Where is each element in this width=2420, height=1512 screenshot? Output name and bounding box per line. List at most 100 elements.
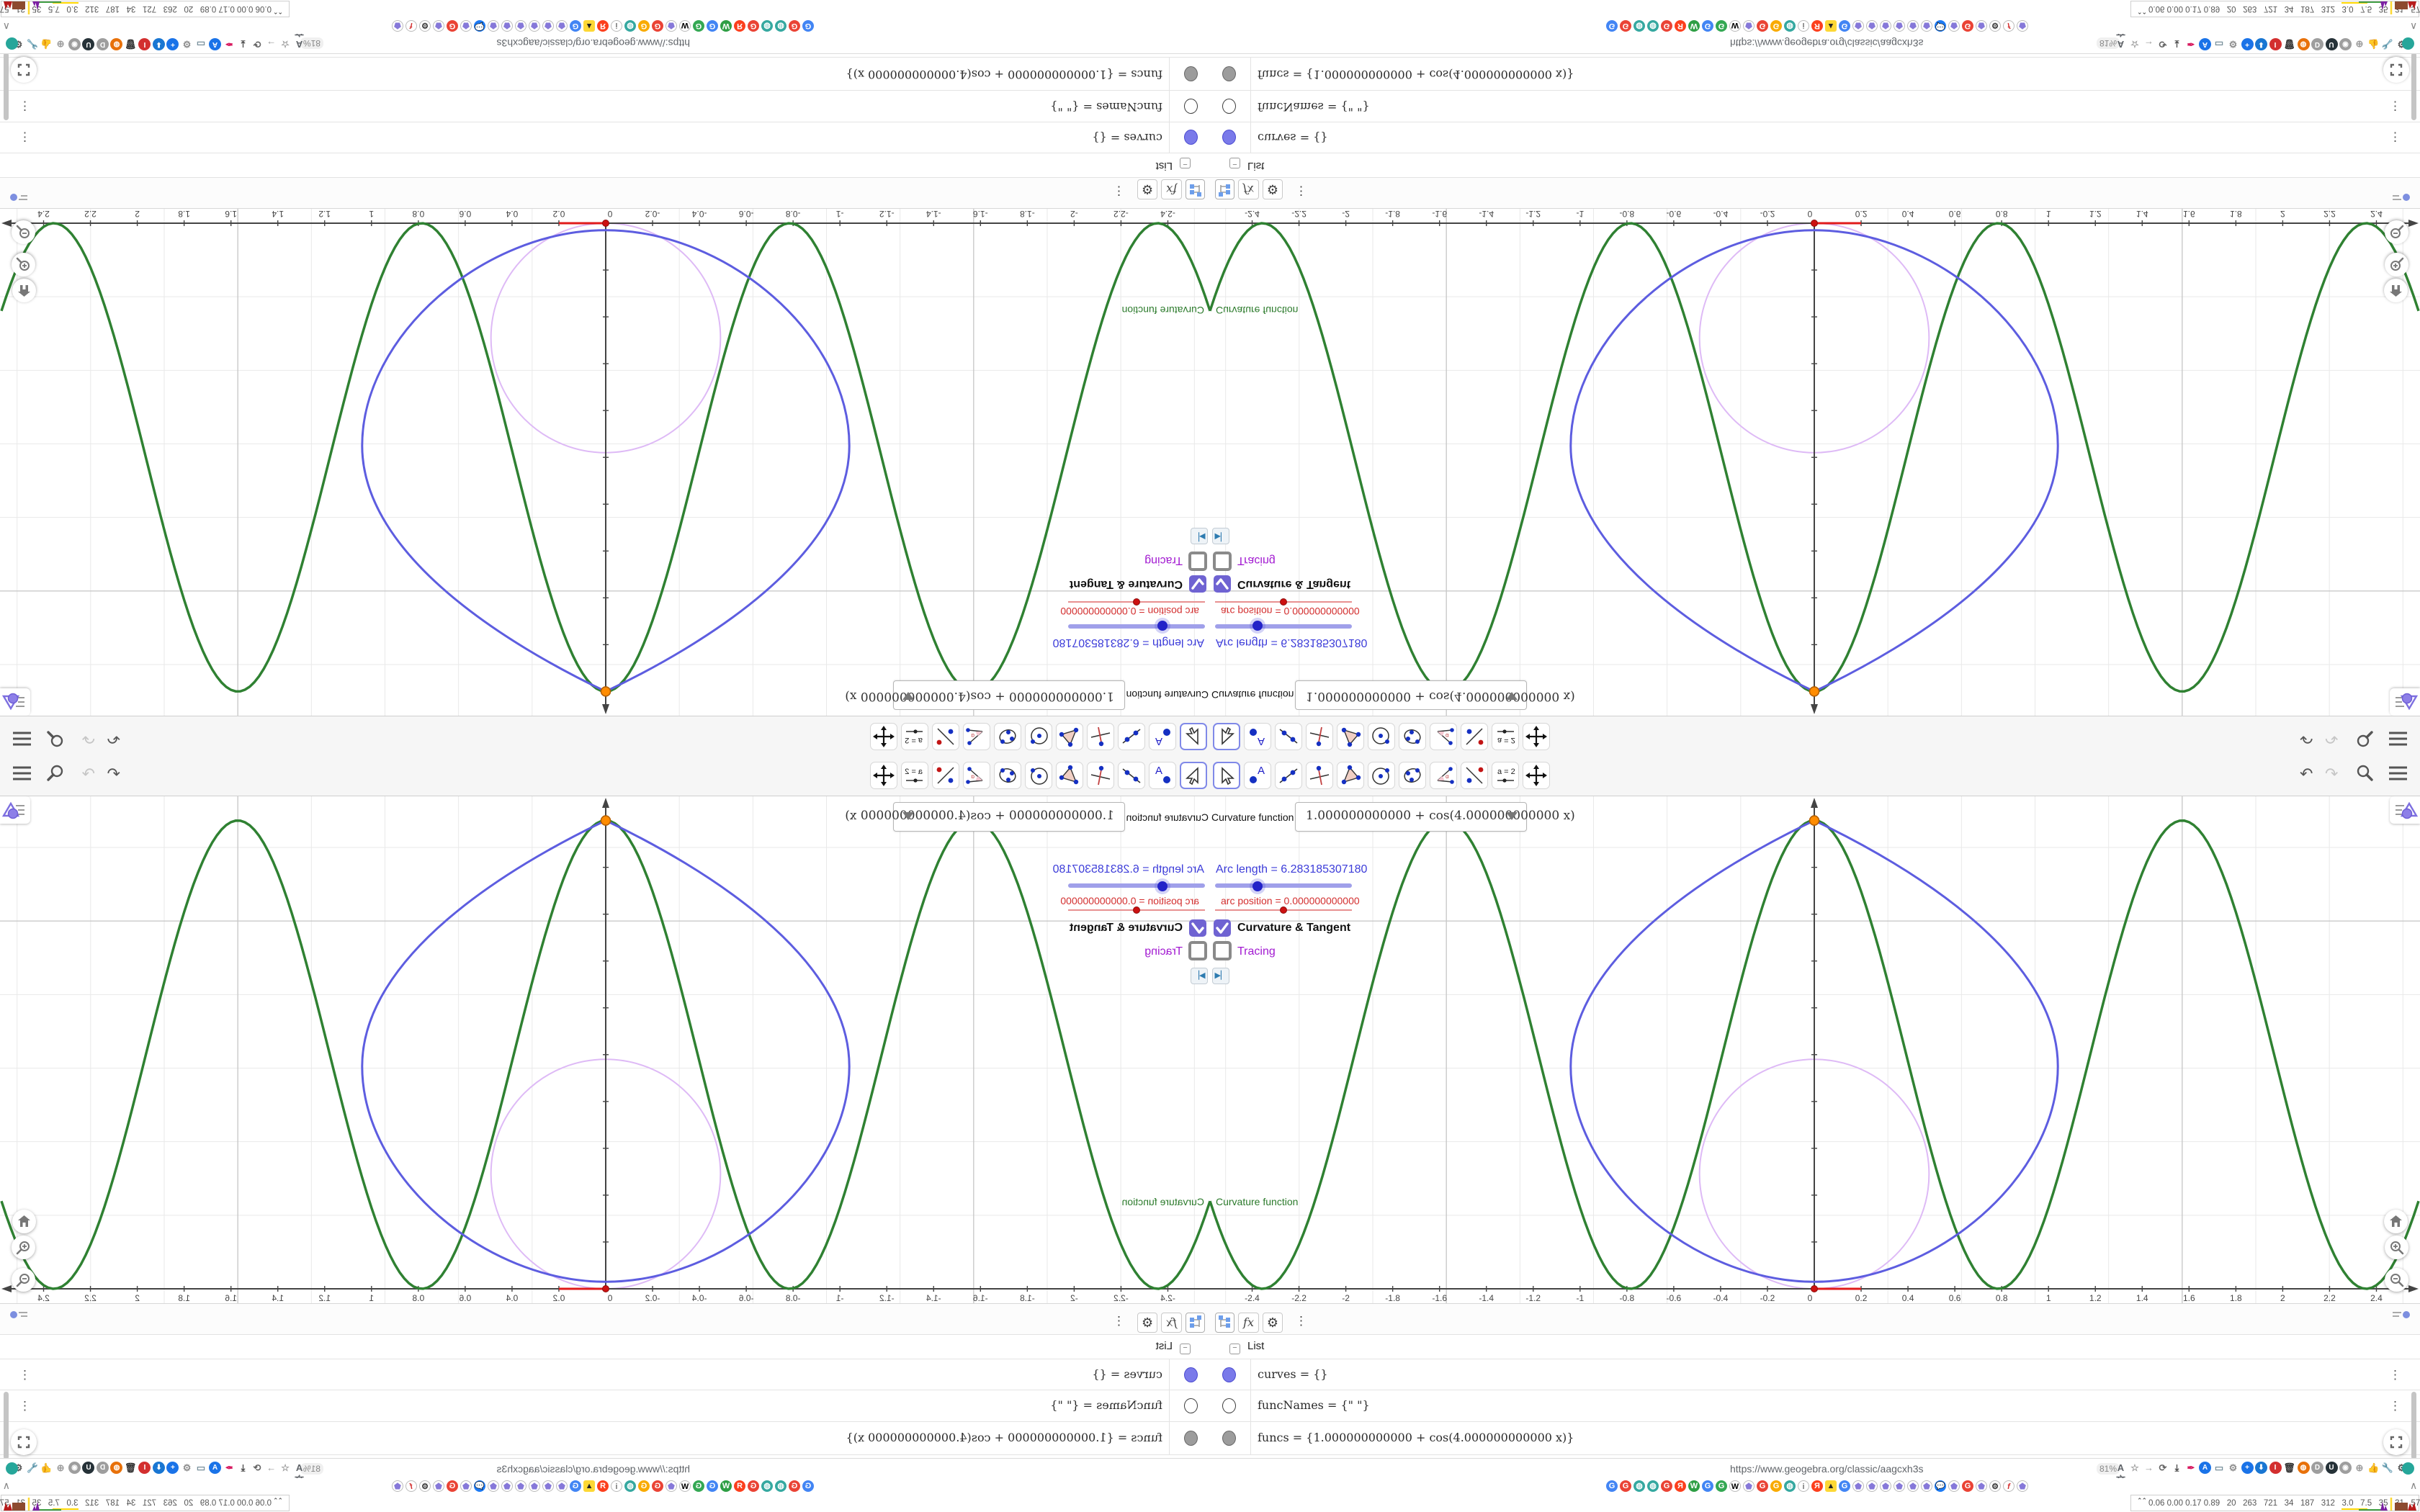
tool-ellipse[interactable] bbox=[1399, 723, 1426, 750]
home-button[interactable] bbox=[12, 1210, 36, 1233]
favicon-gred[interactable]: G bbox=[748, 20, 759, 32]
favicon-ya[interactable]: Я bbox=[734, 1480, 745, 1492]
stylebar-toggle-card[interactable] bbox=[2390, 688, 2420, 716]
pen-ext-icon[interactable]: ✒ bbox=[223, 1462, 236, 1474]
algebra-tree-button[interactable] bbox=[1186, 1313, 1205, 1333]
tracing-checkbox[interactable] bbox=[1188, 552, 1207, 571]
favicon-gblue[interactable]: G bbox=[1702, 20, 1713, 32]
tool-ellipse[interactable] bbox=[1399, 762, 1426, 789]
favicon-ggb[interactable]: ⬟ bbox=[433, 20, 444, 32]
wrench-ext-icon[interactable]: 🔧 bbox=[2382, 38, 2394, 50]
gear-icon[interactable]: ⚙ bbox=[1137, 179, 1157, 199]
favicon-gblue[interactable]: G bbox=[570, 1480, 581, 1492]
favicon-wiki[interactable]: W bbox=[1729, 1480, 1741, 1492]
translate-ext-icon[interactable]: A bbox=[2199, 38, 2211, 50]
favicon-gblue[interactable]: G bbox=[1702, 1480, 1713, 1492]
fx-button[interactable]: fx bbox=[1161, 1313, 1182, 1333]
forward-icon[interactable]: → bbox=[265, 1462, 277, 1474]
favicon-gblue[interactable]: G bbox=[1839, 1480, 1850, 1492]
tool-point[interactable]: A bbox=[1244, 762, 1271, 789]
favicon-globe[interactable]: ◍ bbox=[1634, 20, 1645, 32]
translate-icon[interactable]: A文 bbox=[2115, 1462, 2127, 1485]
scrollbar[interactable] bbox=[4, 53, 9, 120]
favicon-info[interactable]: i bbox=[611, 20, 622, 32]
curvature-tangent-checkbox[interactable] bbox=[1189, 919, 1206, 937]
tool-move-graphics-view[interactable] bbox=[1523, 723, 1550, 750]
fx-button[interactable]: fx bbox=[1238, 179, 1259, 199]
phone-ext-icon[interactable]: ▭ bbox=[2213, 38, 2226, 50]
favicon-globe[interactable]: ◍ bbox=[1647, 20, 1659, 32]
favicon-gblue[interactable]: G bbox=[1839, 20, 1850, 32]
zoom-in-button[interactable] bbox=[12, 1236, 35, 1259]
plus-ext-icon[interactable]: + bbox=[2241, 1462, 2254, 1474]
favicon-gred[interactable]: G bbox=[652, 1480, 663, 1492]
shield-down-ext-icon[interactable]: ⬇ bbox=[2255, 38, 2267, 50]
favicon-ggb[interactable]: ⬟ bbox=[515, 20, 526, 32]
favicon-ggb[interactable]: ⬟ bbox=[2017, 20, 2028, 32]
row-more-icon[interactable]: ⋮ bbox=[19, 99, 31, 113]
tool-perpendicular-line[interactable] bbox=[1306, 723, 1333, 750]
favicon-chat[interactable]: 💬 bbox=[1935, 20, 1946, 32]
visibility-marble[interactable] bbox=[1222, 1431, 1236, 1446]
tracing-checkbox[interactable] bbox=[1188, 941, 1207, 960]
favicon-gblue[interactable]: G bbox=[1606, 1480, 1618, 1492]
favicon-ya[interactable]: Я bbox=[1811, 20, 1823, 32]
favicon-globe[interactable]: ◍ bbox=[775, 20, 786, 32]
tool-slider[interactable]: a = 2 bbox=[1492, 723, 1519, 750]
algebra-row-funcnames[interactable]: funcNames = {" "} ⋮ bbox=[1210, 1390, 2420, 1422]
favicon-ggb[interactable]: ⬟ bbox=[542, 20, 554, 32]
favicon-ggb[interactable]: ⬟ bbox=[1866, 20, 1878, 32]
skip-forward-button[interactable]: ▶▏ bbox=[1191, 528, 1208, 544]
monitor-expand-icon[interactable]: ⌃⌃ bbox=[274, 7, 283, 15]
profile-avatar[interactable] bbox=[2402, 37, 2414, 50]
tool-move[interactable] bbox=[1180, 762, 1207, 789]
wrench-ext-icon[interactable]: 🔧 bbox=[27, 38, 39, 50]
shield-ext-icon[interactable]: ◉ bbox=[2339, 38, 2352, 50]
icp-ext-icon[interactable]: I bbox=[138, 38, 151, 50]
function-dropdown[interactable]: 1.000000000000 + cos(4.000000000000 x) bbox=[845, 802, 1125, 832]
favicon-gred[interactable]: G bbox=[1620, 20, 1631, 32]
trash-ext-icon[interactable]: 🗑 bbox=[2283, 1462, 2295, 1474]
favicon-gred[interactable]: G bbox=[1757, 1480, 1768, 1492]
wrench-ext-icon[interactable]: 🔧 bbox=[27, 1462, 39, 1474]
favicon-ggb[interactable]: ⬟ bbox=[1880, 1480, 1891, 1492]
tool-angle[interactable]: α bbox=[963, 762, 990, 789]
uo-shield-ext-icon[interactable]: U bbox=[82, 1462, 95, 1474]
favicon-wiki[interactable]: W bbox=[679, 20, 691, 32]
tool-point[interactable]: A bbox=[1244, 723, 1271, 750]
visibility-marble[interactable] bbox=[1184, 1367, 1198, 1382]
favicon-ya[interactable]: Я bbox=[734, 20, 745, 32]
bookmarks-chevron-icon[interactable]: ∧ bbox=[3, 1480, 10, 1492]
favicon-gred[interactable]: G bbox=[447, 1480, 458, 1492]
favicon-chat[interactable]: 💬 bbox=[1935, 1480, 1946, 1492]
tool-reflect-about-line[interactable] bbox=[932, 723, 959, 750]
algebra-tree-button[interactable] bbox=[1215, 179, 1234, 199]
phone-ext-icon[interactable]: ▭ bbox=[195, 38, 207, 50]
bookmarks-chevron-icon[interactable]: ∧ bbox=[3, 20, 10, 32]
favicon-ggb[interactable]: ⬟ bbox=[1921, 1480, 1932, 1492]
stylebar-toggle-card[interactable] bbox=[0, 688, 30, 716]
home-button[interactable] bbox=[2384, 1210, 2408, 1233]
scrollbar[interactable] bbox=[4, 1392, 9, 1459]
globe-ext-icon[interactable]: ◍ bbox=[2297, 38, 2310, 50]
stylebar-more-icon[interactable]: ⋮ bbox=[1113, 184, 1125, 198]
globe-gray-ext-icon[interactable]: ⊕ bbox=[2354, 38, 2366, 50]
curvature-tangent-checkbox[interactable] bbox=[1214, 575, 1231, 593]
algebra-row-funcs[interactable]: funcs = {1.000000000000 + cos(4.00000000… bbox=[1210, 57, 2420, 90]
favicon-ggb[interactable]: ⬟ bbox=[1743, 1480, 1754, 1492]
tracing-checkbox[interactable] bbox=[1213, 552, 1232, 571]
tool-move[interactable] bbox=[1180, 723, 1207, 750]
monitor-expand-icon[interactable]: ⌃⌃ bbox=[2137, 7, 2146, 15]
browser-more-icon[interactable]: ⋮ bbox=[2416, 38, 2420, 50]
shield-down-ext-icon[interactable]: ⬇ bbox=[153, 1462, 165, 1474]
algebra-row-curves[interactable]: curves = {} ⋮ bbox=[1210, 1359, 2420, 1390]
favicon-ggb[interactable]: ⬟ bbox=[1894, 20, 1905, 32]
icp-ext-icon[interactable]: I bbox=[138, 1462, 151, 1474]
profile-avatar[interactable] bbox=[6, 37, 18, 50]
tool-polygon[interactable] bbox=[1337, 723, 1364, 750]
browser-more-icon[interactable]: ⋮ bbox=[2416, 1462, 2420, 1474]
algebra-row-funcnames[interactable]: funcNames = {" "} ⋮ bbox=[1210, 90, 2420, 122]
visibility-marble[interactable] bbox=[1222, 99, 1236, 114]
gear-ext-icon[interactable]: ⚙ bbox=[2227, 38, 2239, 50]
row-more-icon[interactable]: ⋮ bbox=[2389, 1368, 2401, 1382]
